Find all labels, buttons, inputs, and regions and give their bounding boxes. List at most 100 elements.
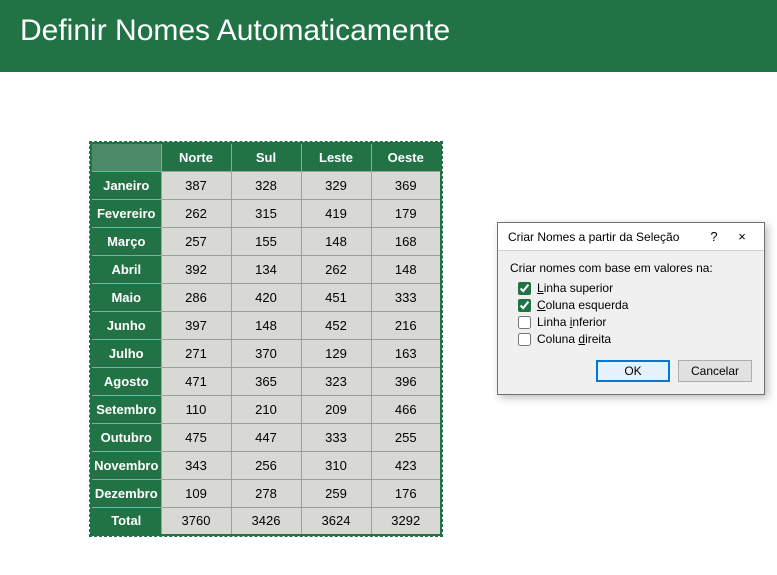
page-banner: Definir Nomes Automaticamente xyxy=(0,0,777,72)
table-row: Setembro110210209466 xyxy=(91,395,441,423)
row-header-total: Total xyxy=(91,507,161,535)
data-cell[interactable]: 210 xyxy=(231,395,301,423)
data-cell[interactable]: 369 xyxy=(371,171,441,199)
data-cell[interactable]: 262 xyxy=(301,255,371,283)
col-header: Sul xyxy=(231,143,301,171)
table-corner xyxy=(91,143,161,171)
table-row: Dezembro109278259176 xyxy=(91,479,441,507)
row-header: Março xyxy=(91,227,161,255)
option-top-row[interactable]: Linha superior xyxy=(518,281,752,295)
data-cell[interactable]: 466 xyxy=(371,395,441,423)
row-header: Outubro xyxy=(91,423,161,451)
data-cell[interactable]: 257 xyxy=(161,227,231,255)
row-header: Novembro xyxy=(91,451,161,479)
table-row: Agosto471365323396 xyxy=(91,367,441,395)
data-cell[interactable]: 286 xyxy=(161,283,231,311)
data-table: NorteSulLesteOeste Janeiro387328329369Fe… xyxy=(90,142,442,536)
data-cell[interactable]: 163 xyxy=(371,339,441,367)
data-cell[interactable]: 447 xyxy=(231,423,301,451)
checkbox-left-column[interactable] xyxy=(518,299,531,312)
row-header: Agosto xyxy=(91,367,161,395)
data-cell[interactable]: 333 xyxy=(301,423,371,451)
data-cell[interactable]: 148 xyxy=(301,227,371,255)
selected-range[interactable]: NorteSulLesteOeste Janeiro387328329369Fe… xyxy=(90,142,442,536)
table-row: Março257155148168 xyxy=(91,227,441,255)
row-header: Abril xyxy=(91,255,161,283)
data-cell[interactable]: 328 xyxy=(231,171,301,199)
data-cell[interactable]: 329 xyxy=(301,171,371,199)
table-row: Julho271370129163 xyxy=(91,339,441,367)
data-cell[interactable]: 387 xyxy=(161,171,231,199)
checkbox-bottom-row[interactable] xyxy=(518,316,531,329)
help-icon[interactable]: ? xyxy=(700,229,728,244)
row-header: Junho xyxy=(91,311,161,339)
data-cell[interactable]: 109 xyxy=(161,479,231,507)
total-cell[interactable]: 3760 xyxy=(161,507,231,535)
data-cell[interactable]: 475 xyxy=(161,423,231,451)
option-label: Coluna esquerda xyxy=(537,298,628,312)
close-icon[interactable]: × xyxy=(728,229,756,244)
banner-title: Definir Nomes Automaticamente xyxy=(20,14,450,47)
checkbox-right-column[interactable] xyxy=(518,333,531,346)
row-header: Janeiro xyxy=(91,171,161,199)
total-cell[interactable]: 3292 xyxy=(371,507,441,535)
data-cell[interactable]: 392 xyxy=(161,255,231,283)
data-cell[interactable]: 179 xyxy=(371,199,441,227)
option-right-column[interactable]: Coluna direita xyxy=(518,332,752,346)
option-left-column[interactable]: Coluna esquerda xyxy=(518,298,752,312)
row-header: Dezembro xyxy=(91,479,161,507)
total-cell[interactable]: 3426 xyxy=(231,507,301,535)
data-cell[interactable]: 420 xyxy=(231,283,301,311)
data-cell[interactable]: 134 xyxy=(231,255,301,283)
table-row: Maio286420451333 xyxy=(91,283,441,311)
data-cell[interactable]: 259 xyxy=(301,479,371,507)
data-cell[interactable]: 129 xyxy=(301,339,371,367)
data-cell[interactable]: 209 xyxy=(301,395,371,423)
data-cell[interactable]: 168 xyxy=(371,227,441,255)
total-cell[interactable]: 3624 xyxy=(301,507,371,535)
data-cell[interactable]: 423 xyxy=(371,451,441,479)
data-cell[interactable]: 271 xyxy=(161,339,231,367)
data-cell[interactable]: 110 xyxy=(161,395,231,423)
checkbox-top-row[interactable] xyxy=(518,282,531,295)
data-cell[interactable]: 370 xyxy=(231,339,301,367)
dialog-prompt: Criar nomes com base em valores na: xyxy=(510,261,752,275)
data-cell[interactable]: 365 xyxy=(231,367,301,395)
data-cell[interactable]: 471 xyxy=(161,367,231,395)
table-row: Janeiro387328329369 xyxy=(91,171,441,199)
data-cell[interactable]: 155 xyxy=(231,227,301,255)
data-cell[interactable]: 148 xyxy=(231,311,301,339)
col-header: Leste xyxy=(301,143,371,171)
data-cell[interactable]: 256 xyxy=(231,451,301,479)
data-cell[interactable]: 255 xyxy=(371,423,441,451)
data-cell[interactable]: 278 xyxy=(231,479,301,507)
data-cell[interactable]: 262 xyxy=(161,199,231,227)
ok-button[interactable]: OK xyxy=(596,360,670,382)
data-cell[interactable]: 216 xyxy=(371,311,441,339)
option-bottom-row[interactable]: Linha inferior xyxy=(518,315,752,329)
dialog-title: Criar Nomes a partir da Seleção xyxy=(508,230,700,244)
col-header: Norte xyxy=(161,143,231,171)
data-cell[interactable]: 396 xyxy=(371,367,441,395)
data-cell[interactable]: 323 xyxy=(301,367,371,395)
row-header: Setembro xyxy=(91,395,161,423)
data-cell[interactable]: 451 xyxy=(301,283,371,311)
option-label: Linha superior xyxy=(537,281,613,295)
data-cell[interactable]: 176 xyxy=(371,479,441,507)
data-cell[interactable]: 452 xyxy=(301,311,371,339)
total-row: Total3760342636243292 xyxy=(91,507,441,535)
data-cell[interactable]: 397 xyxy=(161,311,231,339)
dialog-titlebar[interactable]: Criar Nomes a partir da Seleção ? × xyxy=(498,223,764,251)
data-cell[interactable]: 310 xyxy=(301,451,371,479)
data-cell[interactable]: 343 xyxy=(161,451,231,479)
row-header: Julho xyxy=(91,339,161,367)
option-label: Linha inferior xyxy=(537,315,606,329)
row-header: Maio xyxy=(91,283,161,311)
cancel-button[interactable]: Cancelar xyxy=(678,360,752,382)
data-cell[interactable]: 315 xyxy=(231,199,301,227)
create-names-dialog: Criar Nomes a partir da Seleção ? × Cria… xyxy=(497,222,765,395)
data-cell[interactable]: 148 xyxy=(371,255,441,283)
table-row: Abril392134262148 xyxy=(91,255,441,283)
data-cell[interactable]: 419 xyxy=(301,199,371,227)
data-cell[interactable]: 333 xyxy=(371,283,441,311)
